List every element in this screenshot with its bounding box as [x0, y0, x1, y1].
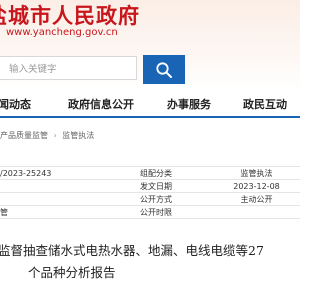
breadcrumb: 产品质量监管 › 监管执法	[0, 130, 94, 141]
site-domain: www.yancheng.gov.cn	[6, 27, 118, 38]
meta-value: 监管执法	[213, 166, 300, 180]
table-row: 管 公开时限	[0, 205, 300, 219]
site-header: 盐城市人民政府 www.yancheng.gov.cn	[0, 0, 300, 90]
article-title-line1: 监督抽查储水式电热水器、地漏、电线电缆等27	[0, 243, 264, 258]
table-row: 公开方式 主动公开	[0, 192, 300, 206]
meta-cell	[0, 192, 140, 206]
meta-cell: 管	[0, 205, 140, 219]
meta-label: 组配分类	[140, 166, 213, 180]
meta-value: 主动公开	[213, 192, 300, 206]
meta-index-value: /2023-25243	[0, 166, 140, 180]
nav-divider	[0, 116, 300, 118]
document-meta-table: /2023-25243 组配分类 监管执法 发文日期 2023-12-08 公开…	[0, 166, 300, 219]
meta-value: 2023-12-08	[213, 179, 300, 193]
nav-item-news[interactable]: 闻动态	[0, 96, 31, 112]
breadcrumb-item-product-quality[interactable]: 产品质量监管	[0, 131, 48, 140]
meta-label: 发文日期	[140, 179, 213, 193]
table-row: 发文日期 2023-12-08	[0, 179, 300, 193]
breadcrumb-separator: ›	[53, 131, 57, 140]
table-row: /2023-25243 组配分类 监管执法	[0, 166, 300, 180]
nav-item-interaction[interactable]: 政民互动	[243, 96, 287, 112]
breadcrumb-item-enforcement[interactable]: 监管执法	[62, 131, 94, 140]
meta-value	[213, 205, 300, 219]
nav-item-services[interactable]: 办事服务	[167, 96, 211, 112]
site-title[interactable]: 盐城市人民政府	[0, 0, 140, 30]
article-title-line2: 个品种分析报告	[28, 265, 116, 280]
meta-cell	[0, 179, 140, 193]
search-box	[0, 56, 139, 81]
meta-label: 公开方式	[140, 192, 213, 206]
search-button[interactable]	[143, 55, 185, 84]
search-icon	[156, 61, 172, 78]
main-nav: 闻动态 政府信息公开 办事服务 政民互动	[0, 93, 300, 115]
search-input[interactable]	[0, 58, 139, 81]
meta-label: 公开时限	[140, 205, 213, 219]
nav-item-info-disclosure[interactable]: 政府信息公开	[68, 96, 134, 112]
